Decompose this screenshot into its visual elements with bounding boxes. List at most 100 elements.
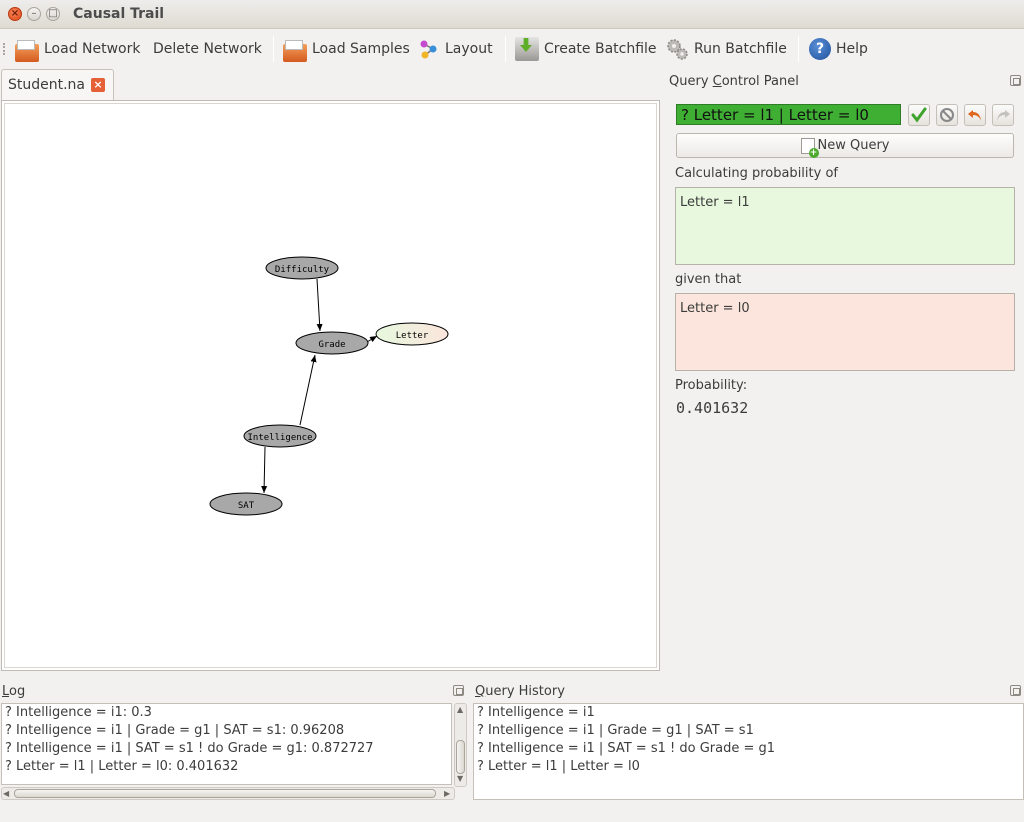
log-horizontal-scroll-thumb[interactable]	[14, 789, 436, 798]
query-control-panel-title: Query Control Panel	[669, 74, 799, 89]
run-batchfile-label: Run Batchfile	[694, 41, 787, 57]
tab-student-network[interactable]: Student.na ×	[1, 69, 114, 101]
node-label: Difficulty	[275, 265, 330, 275]
toolbar-separator	[505, 36, 506, 62]
check-icon	[911, 107, 927, 123]
create-batchfile-label: Create Batchfile	[544, 41, 657, 57]
query-history-list[interactable]: ? Intelligence = i1 ? Intelligence = i1 …	[473, 703, 1024, 800]
log-float-button[interactable]	[453, 685, 464, 696]
layout-label: Layout	[445, 41, 493, 57]
title-bar: × – □ Causal Trail	[0, 0, 1024, 29]
toolbar-grip[interactable]	[3, 43, 7, 55]
window-title: Causal Trail	[73, 6, 165, 22]
history-item[interactable]: ? Intelligence = i1	[474, 704, 1023, 722]
load-network-label: Load Network	[44, 41, 141, 57]
calc-probability-label: Calculating probability of	[675, 166, 838, 181]
run-batchfile-button[interactable]: Run Batchfile	[665, 35, 787, 63]
node-intelligence[interactable]: Intelligence	[243, 424, 317, 448]
scroll-up-arrow-icon[interactable]: ▲	[457, 705, 463, 714]
panel-float-button[interactable]	[1010, 75, 1021, 86]
scroll-left-arrow-icon[interactable]: ◀	[3, 789, 9, 798]
window-maximize-button[interactable]: □	[46, 7, 60, 21]
toolbar-separator	[273, 36, 274, 62]
log-vertical-scroll-thumb[interactable]	[456, 740, 465, 774]
folder-open-icon	[283, 40, 307, 62]
load-network-button[interactable]: Load Network	[15, 35, 141, 63]
tab-close-icon[interactable]: ×	[91, 78, 105, 92]
panel-title-prefix: Query	[669, 74, 713, 89]
edge-difficulty-grade	[316, 278, 323, 332]
log-line: ? Intelligence = i1 | Grade = g1 | SAT =…	[5, 723, 345, 738]
network-graph: Difficulty Grade Letter Intelligence SAT	[209, 256, 449, 516]
gears-icon	[667, 39, 688, 60]
history-item[interactable]: ? Intelligence = i1 | Grade = g1 | SAT =…	[474, 722, 1023, 740]
probability-value: 0.401632	[676, 399, 749, 417]
scroll-right-arrow-icon[interactable]: ▶	[444, 789, 450, 798]
log-title: Log	[2, 684, 25, 699]
history-title-mnemonic: Q	[475, 684, 486, 699]
panel-title-suffix: ontrol Panel	[721, 74, 799, 89]
log-title-mnemonic: L	[2, 684, 10, 699]
history-float-button[interactable]	[1010, 685, 1021, 696]
probability-label: Probability:	[675, 378, 748, 393]
node-label: Intelligence	[247, 433, 312, 443]
evidence-box[interactable]: Letter = l0	[675, 293, 1015, 371]
network-canvas[interactable]: Difficulty Grade Letter Intelligence SAT	[1, 100, 660, 671]
new-document-icon	[800, 137, 819, 158]
download-drive-icon	[515, 37, 539, 61]
load-samples-button[interactable]: Load Samples	[283, 35, 410, 63]
close-icon: ×	[10, 8, 20, 19]
clear-query-button[interactable]	[936, 104, 958, 126]
network-canvas-inner: Difficulty Grade Letter Intelligence SAT	[4, 103, 657, 668]
node-difficulty[interactable]: Difficulty	[265, 256, 339, 280]
redo-button[interactable]	[992, 104, 1014, 126]
log-text-area[interactable]: ? Intelligence = i1: 0.3 ? Intelligence …	[1, 703, 452, 785]
help-icon: ?	[809, 38, 831, 60]
node-letter[interactable]: Letter	[375, 322, 449, 346]
layout-button[interactable]: Layout	[418, 35, 493, 63]
minimize-icon: –	[31, 8, 37, 19]
undo-icon	[968, 110, 981, 121]
tab-label: Student.na	[8, 77, 86, 93]
layout-graph-icon	[420, 40, 437, 59]
given-that-label: given that	[675, 272, 742, 287]
history-item[interactable]: ? Intelligence = i1 | SAT = s1 ! do Grad…	[474, 740, 1023, 758]
log-vertical-scrollbar[interactable]: ▲ ▼	[454, 703, 467, 787]
node-label: Grade	[318, 340, 345, 350]
node-sat[interactable]: SAT	[209, 492, 283, 516]
edge-grade-letter	[366, 335, 378, 343]
delete-network-button[interactable]: Delete Network	[153, 35, 262, 63]
toolbar-separator	[798, 36, 799, 62]
window-close-button[interactable]: ×	[8, 7, 22, 21]
redo-icon	[997, 110, 1010, 121]
node-grade[interactable]: Grade	[295, 331, 369, 355]
new-query-button[interactable]: New Query	[676, 133, 1014, 158]
evidence-text: Letter = l0	[680, 301, 750, 316]
query-variables-box[interactable]: Letter = l1	[675, 187, 1015, 265]
help-button[interactable]: ? Help	[809, 35, 868, 63]
log-title-suffix: og	[9, 684, 26, 699]
delete-network-label: Delete Network	[153, 41, 262, 57]
history-item[interactable]: ? Letter = l1 | Letter = l0	[474, 758, 1023, 776]
scroll-down-arrow-icon[interactable]: ▼	[457, 774, 463, 783]
edge-intelligence-grade	[299, 354, 317, 426]
folder-open-icon	[15, 40, 39, 62]
toolbar: Load Network Delete Network Load Samples…	[0, 30, 1024, 68]
cancel-icon	[940, 108, 954, 122]
window-minimize-button[interactable]: –	[27, 7, 41, 21]
create-batchfile-button[interactable]: Create Batchfile	[515, 35, 657, 63]
edge-intelligence-sat	[261, 446, 268, 494]
node-label: Letter	[396, 331, 429, 341]
query-input[interactable]	[676, 104, 901, 125]
log-line: ? Intelligence = i1: 0.3	[5, 705, 152, 720]
node-label: SAT	[238, 501, 255, 511]
maximize-icon: □	[48, 8, 58, 19]
help-label: Help	[836, 41, 868, 57]
log-line: ? Intelligence = i1 | SAT = s1 ! do Grad…	[5, 741, 374, 756]
undo-button[interactable]	[964, 104, 986, 126]
load-samples-label: Load Samples	[312, 41, 410, 57]
query-variables-text: Letter = l1	[680, 195, 750, 210]
log-horizontal-scrollbar[interactable]: ◀ ▶	[1, 787, 455, 800]
new-query-label: New Query	[817, 138, 890, 153]
accept-query-button[interactable]	[908, 104, 930, 126]
